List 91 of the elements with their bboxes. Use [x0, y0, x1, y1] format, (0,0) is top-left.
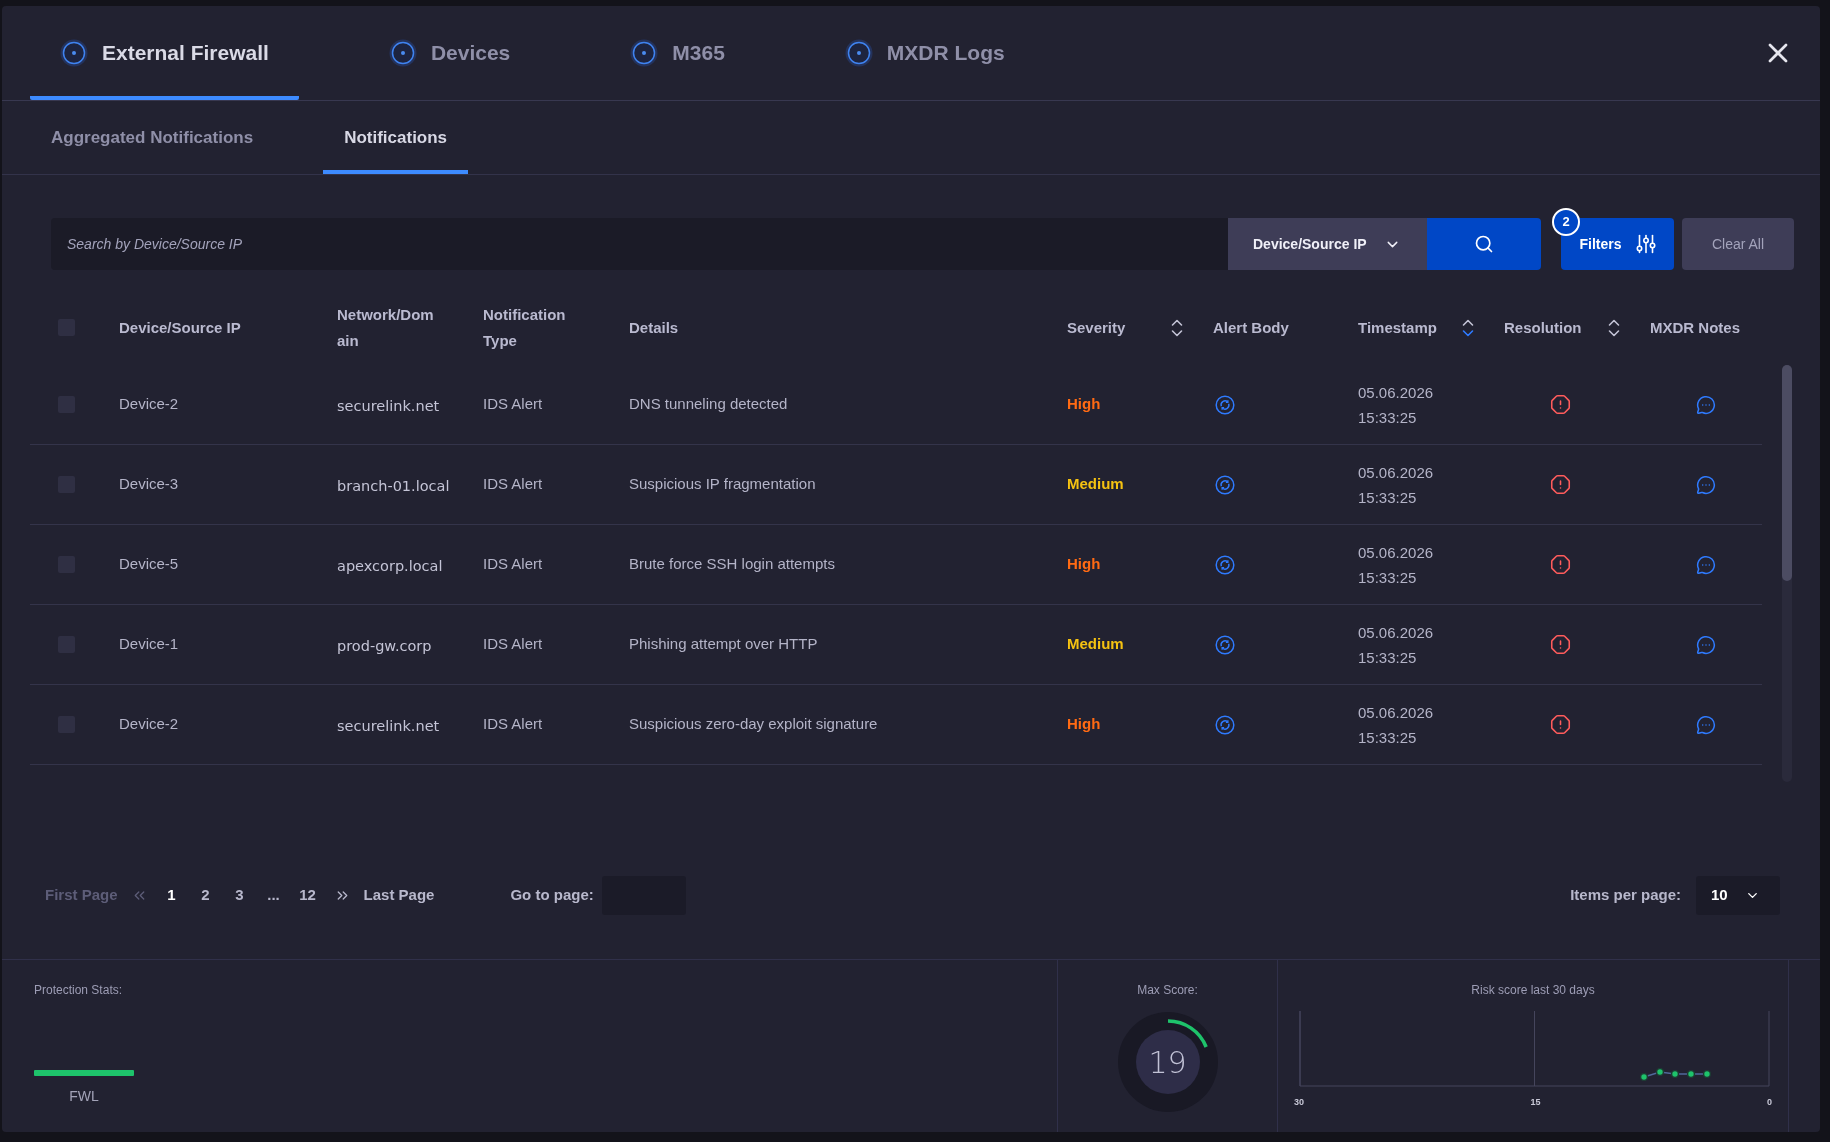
- type-text: IDS Alert: [483, 395, 543, 413]
- search-icon: [1474, 234, 1494, 254]
- dot-circle-icon: [388, 39, 417, 67]
- timestamp-text: 05.06.2026 15:33:25: [1358, 622, 1435, 668]
- refresh-circle-icon[interactable]: [1215, 554, 1235, 575]
- warning-octagon-icon[interactable]: [1550, 634, 1571, 655]
- details-text: DNS tunneling detected: [629, 395, 788, 413]
- tab[interactable]: MXDR Logs: [814, 6, 1035, 100]
- details-text: Brute force SSH login attempts: [629, 555, 835, 573]
- severity-text: Medium: [1067, 635, 1124, 653]
- warning-octagon-icon[interactable]: [1550, 394, 1571, 415]
- details-text: Phishing attempt over HTTP: [629, 635, 818, 653]
- field-dropdown[interactable]: Device/Source IP: [1228, 218, 1427, 270]
- page-number[interactable]: 3: [225, 884, 254, 907]
- column-heading: Details: [629, 317, 680, 338]
- page-number[interactable]: 2: [191, 884, 220, 907]
- refresh-circle-icon[interactable]: [1215, 714, 1235, 735]
- dot-circle-icon: [630, 39, 659, 67]
- warning-octagon-icon[interactable]: [1550, 554, 1571, 575]
- tab[interactable]: Aggregated Notifications: [30, 101, 275, 174]
- scrollbar[interactable]: [1782, 365, 1792, 782]
- domain-text: branch-01.local: [337, 478, 450, 495]
- device-text: Device-5: [119, 555, 179, 573]
- refresh-circle-icon[interactable]: [1215, 634, 1235, 655]
- device-text: Device-1: [119, 635, 179, 653]
- page-number[interactable]: ...: [259, 884, 288, 907]
- timestamp-text: 05.06.2026 15:33:25: [1358, 462, 1435, 508]
- details-text: Suspicious zero-day exploit signature: [629, 715, 878, 733]
- items-per-page-label: Items per page:: [1570, 885, 1681, 906]
- page-number[interactable]: 1: [157, 884, 186, 907]
- warning-octagon-icon[interactable]: [1550, 474, 1571, 495]
- column-heading: Timestamp: [1358, 317, 1437, 338]
- axis-tick-label: 30: [1294, 1097, 1304, 1107]
- items-per-page-dropdown[interactable]: 10: [1696, 876, 1780, 915]
- stat-label: FWL: [69, 1087, 99, 1106]
- tab[interactable]: Devices: [358, 6, 541, 100]
- dot-circle-icon: [844, 39, 873, 67]
- device-text: Device-2: [119, 395, 179, 413]
- dot-circle-icon: [60, 39, 88, 67]
- severity-text: High: [1067, 715, 1101, 733]
- column-heading: MXDR Notes: [1650, 317, 1741, 338]
- severity-text: Medium: [1067, 475, 1124, 493]
- sort-icon[interactable]: [1462, 317, 1474, 338]
- tab[interactable]: Notifications: [323, 101, 469, 174]
- column-heading: Severity: [1067, 317, 1126, 338]
- column-heading: Device/Source IP: [119, 317, 242, 338]
- chat-bubble-icon[interactable]: [1696, 554, 1716, 575]
- refresh-circle-icon[interactable]: [1215, 394, 1235, 415]
- search-field[interactable]: Search by Device/Source IP: [51, 218, 1228, 270]
- type-text: IDS Alert: [483, 475, 543, 493]
- domain-text: securelink.net: [337, 718, 440, 735]
- column-heading: Notification Type: [483, 304, 567, 351]
- sliders-icon: [1635, 234, 1656, 254]
- type-text: IDS Alert: [483, 635, 543, 653]
- sort-icon[interactable]: [1608, 317, 1620, 338]
- chat-bubble-icon[interactable]: [1696, 634, 1716, 655]
- chart-title: Risk score last 30 days: [1471, 982, 1595, 999]
- axis-tick-label: 0: [1766, 1097, 1772, 1107]
- refresh-circle-icon[interactable]: [1215, 474, 1235, 495]
- timestamp-text: 05.06.2026 15:33:25: [1358, 382, 1435, 428]
- clear-all-button[interactable]: Clear All: [1682, 218, 1794, 270]
- count-badge: 2: [1552, 208, 1580, 236]
- chat-bubble-icon[interactable]: [1696, 474, 1716, 495]
- type-text: IDS Alert: [483, 715, 543, 733]
- warning-octagon-icon[interactable]: [1550, 714, 1571, 735]
- tab[interactable]: M365: [600, 6, 755, 100]
- device-text: Device-2: [119, 715, 179, 733]
- chat-bubble-icon[interactable]: [1696, 714, 1716, 735]
- axis-tick-label: 15: [1530, 1097, 1541, 1107]
- timestamp-text: 05.06.2026 15:33:25: [1358, 542, 1435, 588]
- section-title: Protection Stats:: [34, 982, 123, 999]
- column-heading: Network/Domain: [337, 304, 435, 351]
- timestamp-text: 05.06.2026 15:33:25: [1358, 702, 1435, 748]
- details-text: Suspicious IP fragmentation: [629, 475, 816, 493]
- last-page-link[interactable]: Last Page: [363, 884, 435, 907]
- go-to-page-label: Go to page:: [510, 885, 594, 906]
- section-title: Max Score:: [1137, 982, 1198, 999]
- score-value: 19: [1147, 1043, 1188, 1082]
- domain-text: prod-gw.corp: [337, 638, 432, 655]
- domain-text: apexcorp.local: [337, 558, 443, 575]
- severity-text: High: [1067, 395, 1101, 413]
- domain-text: securelink.net: [337, 398, 440, 415]
- column-heading: Alert Body: [1213, 317, 1290, 338]
- device-text: Device-3: [119, 475, 179, 493]
- type-text: IDS Alert: [483, 555, 543, 573]
- severity-text: High: [1067, 555, 1101, 573]
- page-number[interactable]: 12: [293, 884, 322, 907]
- sort-icon[interactable]: [1171, 317, 1183, 338]
- tab[interactable]: External Firewall: [30, 6, 299, 100]
- chat-bubble-icon[interactable]: [1696, 394, 1716, 415]
- column-heading: Resolution: [1504, 317, 1582, 338]
